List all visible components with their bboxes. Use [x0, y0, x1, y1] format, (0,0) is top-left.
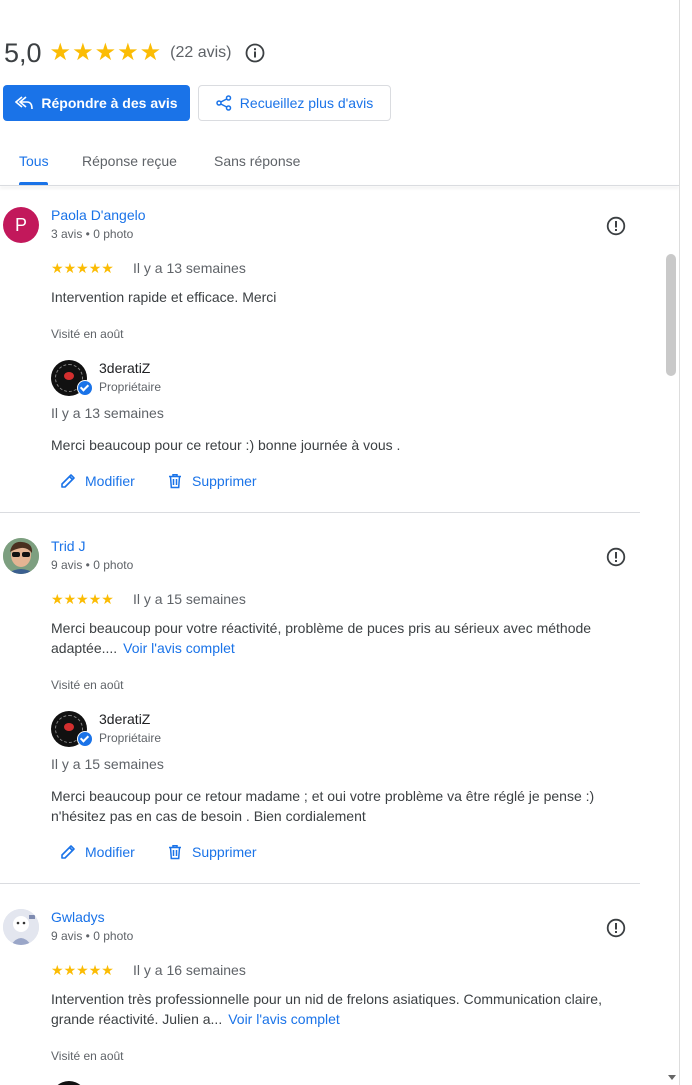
filter-tabs: Tous Réponse reçue Sans réponse	[0, 140, 679, 186]
visit-info: Visité en août	[51, 327, 124, 341]
avatar-image	[3, 909, 39, 945]
avatar[interactable]	[3, 909, 39, 945]
pencil-icon	[61, 845, 75, 859]
reply-date: Il y a 15 semaines	[51, 756, 164, 772]
owner-role: Propriétaire	[99, 380, 162, 394]
star-icon: ★	[139, 39, 162, 66]
average-rating: 5,0	[4, 37, 42, 68]
reply-to-reviews-label: Répondre à des avis	[41, 95, 178, 111]
reviewer-meta: 9 avis • 0 photo	[51, 929, 134, 943]
tab-unanswered[interactable]: Sans réponse	[214, 153, 300, 169]
report-icon[interactable]	[606, 547, 626, 567]
scrollbar-thumb[interactable]	[666, 254, 676, 376]
review-text: Merci beaucoup pour votre réactivité, pr…	[51, 618, 631, 658]
owner-name: 3deratiZ	[99, 711, 151, 727]
review-divider	[0, 512, 640, 513]
edit-reply-button[interactable]: Modifier	[60, 473, 135, 489]
scrollbar-track[interactable]	[679, 0, 692, 1085]
star-icon: ★	[117, 39, 139, 66]
trash-icon	[169, 474, 181, 489]
scroll-down-icon[interactable]	[668, 1075, 676, 1080]
review-stars: ★ ★ ★ ★ ★	[51, 591, 114, 607]
report-icon[interactable]	[606, 216, 626, 236]
owner-logo	[51, 1081, 87, 1085]
owner-role: Propriétaire	[99, 731, 162, 745]
review-text-body: Intervention rapide et efficace. Merci	[51, 289, 277, 305]
reply-date: Il y a 13 semaines	[51, 405, 164, 421]
avatar-image	[3, 538, 39, 574]
collect-reviews-button[interactable]: Recueillez plus d'avis	[198, 85, 391, 121]
reply-to-reviews-button[interactable]: Répondre à des avis	[3, 85, 190, 121]
review-date: Il y a 13 semaines	[133, 260, 246, 276]
review-divider	[0, 883, 640, 884]
reply-all-icon	[15, 96, 34, 110]
reviews-panel: 5,0 ★ ★ ★ ★ ★ (22 avis) Répondre à des a…	[0, 0, 679, 1085]
reply-text: Merci beaucoup pour ce retour madame ; e…	[51, 788, 595, 824]
reviewer-meta: 9 avis • 0 photo	[51, 558, 134, 572]
tab-replied[interactable]: Réponse reçue	[82, 153, 177, 169]
collect-reviews-label: Recueillez plus d'avis	[239, 95, 374, 111]
edit-reply-button[interactable]: Modifier	[60, 844, 135, 860]
review-date: Il y a 15 semaines	[133, 591, 246, 607]
reviewer-name[interactable]: Gwladys	[51, 909, 105, 925]
avatar[interactable]: P	[3, 207, 39, 243]
star-icon: ★	[72, 39, 94, 66]
star-icon: ★	[49, 39, 72, 66]
review-text: Intervention très professionnelle pour u…	[51, 989, 631, 1029]
review-text: Intervention rapide et efficace. Merci	[51, 287, 631, 307]
visit-info: Visité en août	[51, 1049, 124, 1063]
reply-text: Merci beaucoup pour ce retour :) bonne j…	[51, 437, 401, 453]
review-stars: ★ ★ ★ ★ ★	[51, 260, 114, 276]
report-icon[interactable]	[606, 918, 626, 938]
rating-summary: 5,0 ★ ★ ★ ★ ★ (22 avis)	[4, 36, 265, 70]
reviewer-name[interactable]: Trid J	[51, 538, 85, 554]
avatar[interactable]	[3, 538, 39, 574]
edit-label: Modifier	[85, 844, 135, 860]
edit-label: Modifier	[85, 473, 135, 489]
tabs-divider	[0, 185, 679, 186]
delete-label: Supprimer	[192, 844, 257, 860]
see-full-review-link[interactable]: Voir l'avis complet	[123, 640, 235, 656]
review-stars: ★ ★ ★ ★ ★	[51, 962, 114, 978]
delete-reply-button[interactable]: Supprimer	[167, 473, 257, 489]
reviewer-meta: 3 avis • 0 photo	[51, 227, 134, 241]
tab-all[interactable]: Tous	[19, 153, 49, 169]
share-icon	[216, 95, 232, 111]
reviewer-name[interactable]: Paola D'angelo	[51, 207, 146, 223]
verified-badge-icon	[77, 380, 93, 396]
star-icon: ★	[94, 39, 117, 66]
verified-badge-icon	[77, 731, 93, 747]
review-count: (22 avis)	[170, 44, 232, 61]
review-date: Il y a 16 semaines	[133, 962, 246, 978]
visit-info: Visité en août	[51, 678, 124, 692]
info-icon[interactable]	[245, 43, 265, 63]
rating-stars: ★ ★ ★ ★ ★	[50, 41, 162, 65]
see-full-review-link[interactable]: Voir l'avis complet	[228, 1011, 340, 1027]
delete-label: Supprimer	[192, 473, 257, 489]
delete-reply-button[interactable]: Supprimer	[167, 844, 257, 860]
pencil-icon	[61, 474, 75, 488]
owner-name: 3deratiZ	[99, 360, 151, 376]
trash-icon	[169, 845, 181, 860]
